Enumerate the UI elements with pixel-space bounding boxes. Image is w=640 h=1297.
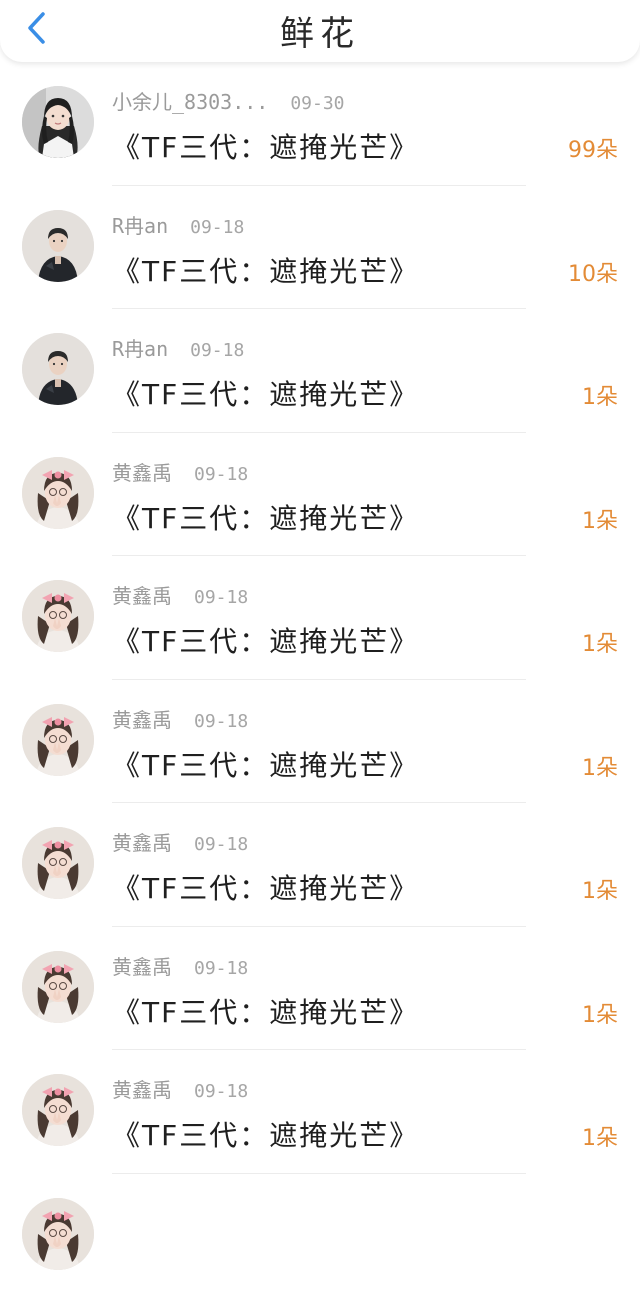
gift-date: 09-18 bbox=[194, 1081, 248, 1102]
user-name[interactable]: R冉an bbox=[112, 214, 168, 238]
list-item[interactable]: R冉an 09-18 《TF三代：遮掩光芒》 1朵 bbox=[0, 309, 640, 433]
user-name[interactable]: 黄鑫禹 bbox=[112, 708, 172, 732]
user-name[interactable]: 黄鑫禹 bbox=[112, 1078, 172, 1102]
row-meta: 黄鑫禹 09-18 bbox=[112, 580, 248, 609]
list-item[interactable]: 小余儿_8303... 09-30 《TF三代：遮掩光芒》 99朵 bbox=[0, 62, 640, 186]
avatar[interactable] bbox=[22, 86, 94, 158]
user-name[interactable]: 黄鑫禹 bbox=[112, 831, 172, 855]
gift-date: 09-18 bbox=[194, 711, 248, 732]
row-meta: 黄鑫禹 09-18 bbox=[112, 704, 248, 733]
flower-count: 1朵 bbox=[582, 873, 618, 905]
row-meta: 黄鑫禹 09-18 bbox=[112, 951, 248, 980]
row-meta: R冉an 09-18 bbox=[112, 333, 244, 362]
row-meta: R冉an 09-18 bbox=[112, 210, 244, 239]
avatar[interactable] bbox=[22, 951, 94, 1023]
avatar[interactable] bbox=[22, 827, 94, 899]
gift-date: 09-18 bbox=[194, 834, 248, 855]
list-item[interactable]: 黄鑫禹 09-18 《TF三代：遮掩光芒》 1朵 bbox=[0, 803, 640, 927]
user-name[interactable]: 黄鑫禹 bbox=[112, 461, 172, 485]
avatar[interactable] bbox=[22, 1074, 94, 1146]
list-item[interactable]: 黄鑫禹 09-18 《TF三代：遮掩光芒》 1朵 bbox=[0, 927, 640, 1051]
list-item[interactable]: 黄鑫禹 09-18 《TF三代：遮掩光芒》 1朵 bbox=[0, 556, 640, 680]
gift-date: 09-18 bbox=[194, 958, 248, 979]
flower-count: 1朵 bbox=[582, 750, 618, 782]
gift-date: 09-18 bbox=[194, 464, 248, 485]
book-title[interactable]: 《TF三代：遮掩光芒》 bbox=[112, 1114, 419, 1154]
avatar[interactable] bbox=[22, 210, 94, 282]
flower-count: 99朵 bbox=[568, 132, 618, 164]
list-item[interactable]: 黄鑫禹 09-18 《TF三代：遮掩光芒》 1朵 bbox=[0, 1050, 640, 1174]
gift-date: 09-18 bbox=[190, 340, 244, 361]
avatar[interactable] bbox=[22, 457, 94, 529]
flower-count: 1朵 bbox=[582, 379, 618, 411]
list-item[interactable]: 黄鑫禹 09-18 《TF三代：遮掩光芒》 1朵 bbox=[0, 433, 640, 557]
avatar[interactable] bbox=[22, 333, 94, 405]
gift-date: 09-18 bbox=[194, 587, 248, 608]
row-meta: 黄鑫禹 09-18 bbox=[112, 457, 248, 486]
book-title[interactable]: 《TF三代：遮掩光芒》 bbox=[112, 620, 419, 660]
list-item[interactable]: 黄鑫禹 09-18 《TF三代：遮掩光芒》 1朵 bbox=[0, 680, 640, 804]
avatar[interactable] bbox=[22, 704, 94, 776]
flower-count: 1朵 bbox=[582, 503, 618, 535]
book-title[interactable]: 《TF三代：遮掩光芒》 bbox=[112, 991, 419, 1031]
row-meta: 黄鑫禹 09-18 bbox=[112, 827, 248, 856]
flower-count: 1朵 bbox=[582, 997, 618, 1029]
row-meta: 黄鑫禹 09-18 bbox=[112, 1074, 248, 1103]
row-meta: 小余儿_8303... 09-30 bbox=[112, 86, 345, 115]
list-item[interactable]: R冉an 09-18 《TF三代：遮掩光芒》 10朵 bbox=[0, 186, 640, 310]
user-name[interactable]: 黄鑫禹 bbox=[112, 955, 172, 979]
avatar[interactable] bbox=[22, 1198, 94, 1270]
avatar[interactable] bbox=[22, 580, 94, 652]
book-title[interactable]: 《TF三代：遮掩光芒》 bbox=[112, 250, 419, 290]
user-name[interactable]: R冉an bbox=[112, 337, 168, 361]
list-item[interactable] bbox=[0, 1174, 640, 1297]
book-title[interactable]: 《TF三代：遮掩光芒》 bbox=[112, 744, 419, 784]
user-name[interactable]: 小余儿_8303... bbox=[112, 90, 268, 114]
page-title: 鲜花 bbox=[0, 6, 640, 55]
flower-count: 1朵 bbox=[582, 1120, 618, 1152]
book-title[interactable]: 《TF三代：遮掩光芒》 bbox=[112, 126, 419, 166]
gift-date: 09-30 bbox=[290, 93, 344, 114]
flower-count: 1朵 bbox=[582, 626, 618, 658]
row-meta bbox=[112, 1198, 134, 1222]
top-bar: 鲜花 bbox=[0, 0, 640, 62]
flower-count: 10朵 bbox=[568, 256, 618, 288]
flower-list: 小余儿_8303... 09-30 《TF三代：遮掩光芒》 99朵 R冉an 09-… bbox=[0, 62, 640, 1297]
book-title[interactable]: 《TF三代：遮掩光芒》 bbox=[112, 373, 419, 413]
book-title[interactable]: 《TF三代：遮掩光芒》 bbox=[112, 867, 419, 907]
book-title[interactable]: 《TF三代：遮掩光芒》 bbox=[112, 497, 419, 537]
gift-date: 09-18 bbox=[190, 217, 244, 238]
user-name[interactable]: 黄鑫禹 bbox=[112, 584, 172, 608]
